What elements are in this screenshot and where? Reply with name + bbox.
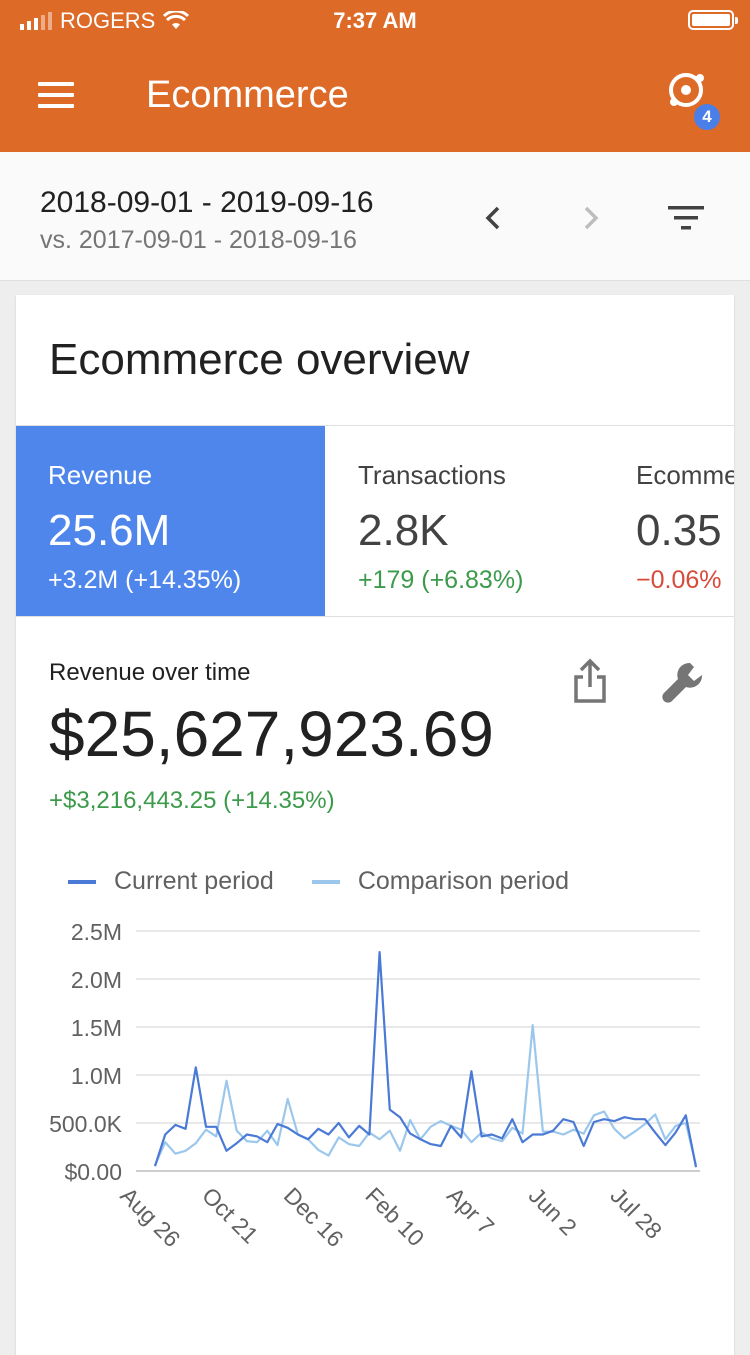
- status-bar: ROGERS 7:37 AM: [0, 0, 750, 40]
- hamburger-icon-line: [38, 104, 74, 108]
- legend-swatch: [68, 879, 96, 884]
- app-title: Ecommerce: [146, 74, 349, 116]
- card-title: Ecommerce overview: [49, 335, 470, 384]
- battery-icon: [688, 10, 738, 30]
- chart-legend: Current period Comparison period: [68, 867, 607, 896]
- metric-label: Transactions: [358, 460, 506, 490]
- metric-value: 25.6M: [48, 506, 171, 555]
- filter-icon: [668, 206, 704, 230]
- chevron-right-icon: [584, 206, 599, 230]
- x-tick-label: Feb 10: [360, 1182, 429, 1251]
- x-tick-label: Oct 21: [197, 1182, 263, 1248]
- app-bar: Ecommerce 4: [0, 40, 750, 152]
- menu-button[interactable]: [30, 70, 80, 120]
- legend-label: Current period: [114, 867, 274, 895]
- y-tick-label: 2.5M: [71, 919, 122, 945]
- y-tick-label: 1.5M: [71, 1015, 122, 1041]
- metric-label: Revenue: [48, 460, 153, 490]
- revenue-line-chart[interactable]: 2.5M 2.0M 1.5M 1.0M 500.0K $0.00Aug 26 Oct 21 D…: [16, 905, 734, 1275]
- metric-change: +3.2M (+14.35%): [48, 566, 242, 594]
- date-range-bar[interactable]: 2018-09-01 - 2019-09-16 vs. 2017-09-01 -…: [0, 152, 750, 281]
- metric-change: +179 (+6.83%): [358, 566, 524, 594]
- x-tick-label: Jun 2: [524, 1182, 582, 1240]
- chart-label: Revenue over time: [49, 659, 251, 686]
- clock: 7:37 AM: [333, 8, 417, 33]
- metric-tab-transactions[interactable]: Transactions 2.8K +179 (+6.83%): [326, 426, 635, 616]
- previous-period-button[interactable]: [474, 198, 514, 238]
- revenue-total: $25,627,923.69: [49, 698, 494, 770]
- y-tick-label: 500.0K: [49, 1111, 123, 1137]
- metric-change: −0.06%: [636, 566, 722, 594]
- next-period-button[interactable]: [570, 198, 610, 238]
- legend-swatch: [311, 879, 340, 884]
- x-tick-label: Dec 16: [279, 1182, 349, 1252]
- share-icon: [574, 658, 606, 703]
- metric-tab-ecommerce-conversion[interactable]: Ecomme 0.35 −0.06%: [604, 426, 734, 616]
- y-tick-label: 1.0M: [71, 1063, 122, 1089]
- date-range-current[interactable]: 2018-09-01 - 2019-09-16: [40, 186, 374, 220]
- metrics-row[interactable]: Revenue 25.6M +3.2M (+14.35%) Transactio…: [16, 425, 734, 617]
- metric-label: Ecomme: [636, 460, 734, 490]
- legend-item-comparison: Comparison period: [311, 867, 570, 896]
- x-tick-label: Apr 7: [442, 1182, 499, 1239]
- notification-badge: 4: [692, 102, 722, 132]
- chevron-left-icon: [485, 206, 500, 230]
- date-range-comparison[interactable]: vs. 2017-09-01 - 2018-09-16: [40, 226, 357, 255]
- legend-item-current: Current period: [68, 867, 274, 896]
- account-selector-button[interactable]: 4: [664, 68, 724, 132]
- legend-label: Comparison period: [357, 867, 570, 895]
- share-button[interactable]: [570, 657, 610, 707]
- filter-button[interactable]: [664, 198, 708, 238]
- metric-value: 0.35: [636, 506, 722, 555]
- x-tick-label: Jul 28: [605, 1182, 667, 1244]
- hamburger-icon-line: [38, 93, 74, 97]
- y-tick-label: $0.00: [64, 1159, 122, 1185]
- customize-button[interactable]: [660, 657, 712, 709]
- metric-value: 2.8K: [358, 506, 449, 555]
- y-tick-label: 2.0M: [71, 967, 122, 993]
- hamburger-icon: [38, 82, 74, 86]
- x-tick-label: Aug 26: [115, 1182, 185, 1252]
- series-line-current: [153, 950, 698, 1168]
- wrench-icon: [662, 662, 703, 703]
- revenue-change: +$3,216,443.25 (+14.35%): [49, 787, 335, 814]
- ecommerce-overview-card: Ecommerce overview Revenue 25.6M +3.2M (…: [16, 295, 734, 1355]
- metric-tab-revenue[interactable]: Revenue 25.6M +3.2M (+14.35%): [16, 426, 325, 616]
